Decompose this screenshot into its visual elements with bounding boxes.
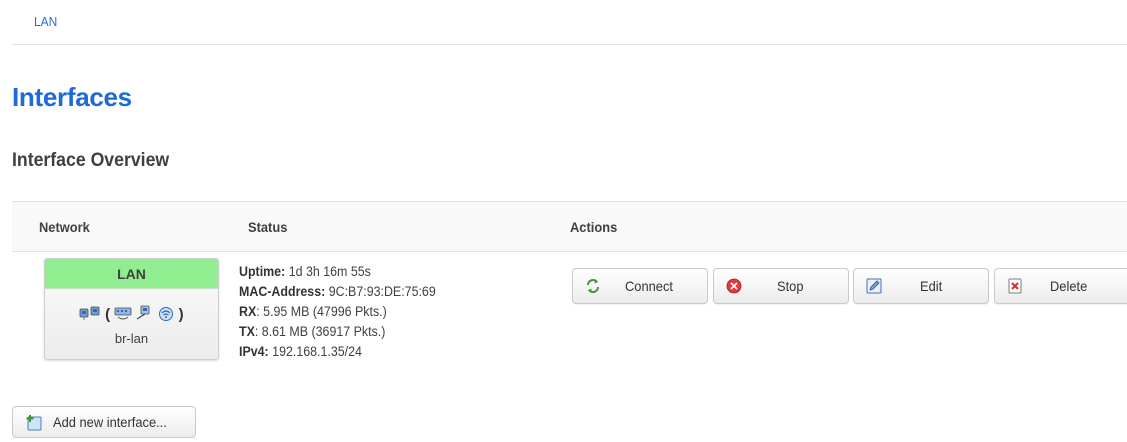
column-header-status: Status: [248, 219, 288, 235]
uptime-label: Uptime:: [239, 264, 286, 279]
ipv4-value: 192.168.1.35/24: [272, 344, 362, 359]
reload-icon: [585, 278, 601, 294]
close-paren: ): [178, 306, 184, 323]
column-header-actions: Actions: [570, 219, 618, 235]
edit-icon: [866, 278, 882, 294]
ethernet-switch-icon: [114, 305, 132, 324]
mac-value: 9C:B7:93:DE:75:69: [328, 284, 436, 299]
page-title: Interfaces: [12, 82, 132, 112]
section-title: Interface Overview: [12, 150, 170, 171]
breadcrumb-lan[interactable]: LAN: [34, 14, 57, 29]
device-name: br-lan: [114, 331, 149, 346]
tx-line: TX: 8.61 MB (36917 Pkts.): [239, 322, 436, 342]
delete-button[interactable]: Delete: [994, 268, 1127, 304]
uptime-value: 1d 3h 16m 55s: [288, 264, 371, 279]
top-divider: [12, 44, 1127, 45]
add-icon: [25, 414, 42, 431]
table-header: Network Status Actions: [12, 201, 1127, 252]
column-header-network: Network: [39, 219, 90, 235]
ethernet-port-icon: [79, 305, 101, 324]
network-name: LAN: [45, 259, 218, 289]
tx-label: TX: [239, 324, 255, 339]
stop-label: Stop: [777, 278, 804, 294]
edit-button[interactable]: Edit: [853, 268, 989, 304]
network-badge-lan: LAN () br-lan: [44, 258, 219, 360]
delete-label: Delete: [1050, 278, 1088, 294]
add-interface-label: Add new interface...: [53, 414, 167, 430]
mac-line: MAC-Address: 9C:B7:93:DE:75:69: [239, 282, 436, 302]
stop-icon: [726, 278, 742, 294]
wifi-icon: [157, 305, 175, 324]
rx-value: : 5.95 MB (47996 Pkts.): [256, 304, 387, 319]
tx-value: : 8.61 MB (36917 Pkts.): [254, 324, 386, 339]
ipv4-line: IPv4: 192.168.1.35/24: [239, 342, 436, 362]
delete-icon: [1007, 278, 1023, 294]
stop-button[interactable]: Stop: [713, 268, 849, 304]
rx-line: RX: 5.95 MB (47996 Pkts.): [239, 302, 436, 322]
add-interface-button[interactable]: Add new interface...: [12, 406, 196, 438]
ipv4-label: IPv4:: [239, 344, 269, 359]
connect-button[interactable]: Connect: [572, 268, 708, 304]
connect-label: Connect: [625, 278, 673, 294]
open-paren: (: [105, 306, 111, 323]
device-icons: ( ): [45, 305, 218, 324]
uptime-line: Uptime: 1d 3h 16m 55s: [239, 262, 436, 282]
mac-label: MAC-Address:: [239, 284, 326, 299]
interface-status: Uptime: 1d 3h 16m 55s MAC-Address: 9C:B7…: [239, 262, 436, 362]
ethernet-adapter-icon: [135, 305, 153, 324]
rx-label: RX: [239, 304, 257, 319]
edit-label: Edit: [920, 278, 943, 294]
